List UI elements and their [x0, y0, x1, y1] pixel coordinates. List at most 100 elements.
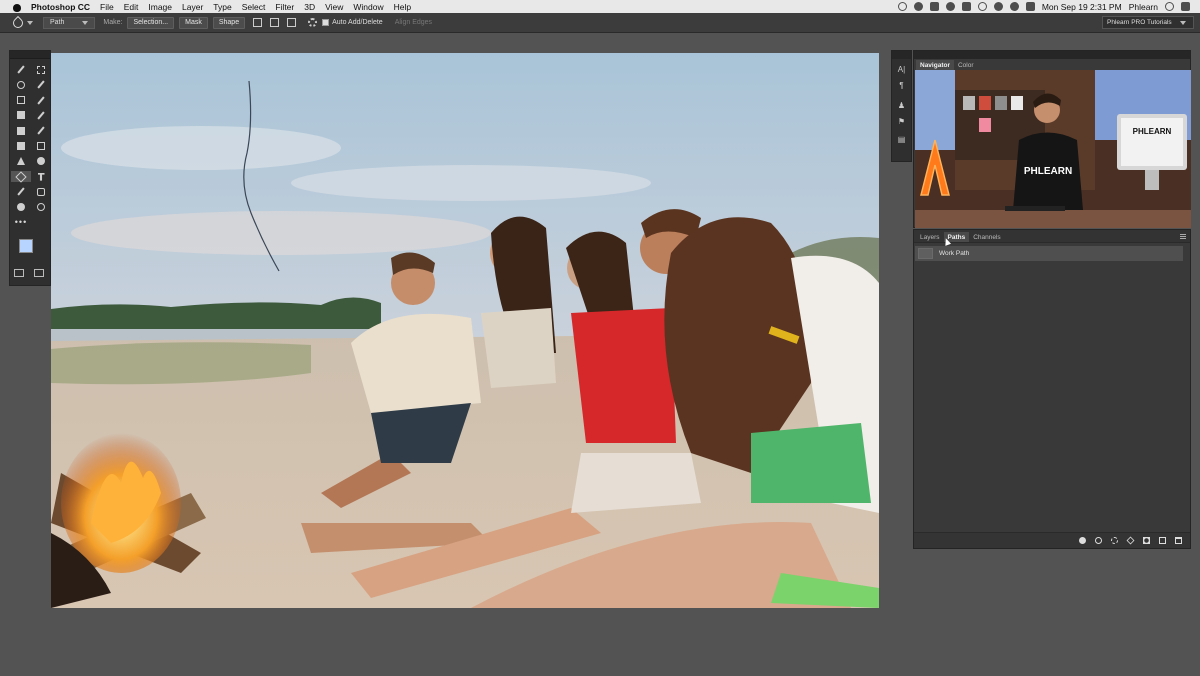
history-brush-tool[interactable]: [31, 125, 51, 136]
marquee-tool[interactable]: [31, 64, 51, 75]
shirt-logo-text: PHLEARN: [1024, 166, 1072, 177]
properties-icon[interactable]: ⚑: [896, 117, 907, 127]
magic-wand-tool[interactable]: [31, 79, 51, 90]
tab-color[interactable]: Color: [954, 60, 978, 70]
panel-header[interactable]: [914, 51, 1190, 59]
menu-view[interactable]: View: [325, 2, 343, 12]
brush-tool[interactable]: [31, 110, 51, 121]
clone-stamp-tool[interactable]: [11, 125, 31, 136]
wifi-icon[interactable]: [1009, 2, 1019, 11]
blur-tool[interactable]: [11, 156, 31, 167]
gradient-tool[interactable]: [31, 140, 51, 151]
lasso-tool[interactable]: [11, 79, 31, 90]
lasso-icon: [17, 80, 25, 89]
path-selection-tool[interactable]: [11, 186, 31, 197]
path-arrangement-icon[interactable]: [287, 18, 297, 27]
menu-filter[interactable]: Filter: [275, 2, 294, 12]
menu-select[interactable]: Select: [242, 2, 266, 12]
tab-navigator[interactable]: Navigator: [916, 60, 954, 70]
eyedropper-tool[interactable]: [31, 95, 51, 106]
paragraph-panel-icon[interactable]: ¶: [896, 81, 907, 91]
menu-image[interactable]: Image: [148, 2, 172, 12]
creative-cloud-icon[interactable]: [913, 2, 923, 11]
app-menu[interactable]: Photoshop CC: [31, 2, 90, 12]
pen-icon: [15, 170, 27, 183]
menu-window[interactable]: Window: [353, 2, 383, 12]
apple-icon[interactable]: [12, 2, 22, 12]
libraries-icon[interactable]: ▤: [896, 135, 907, 145]
dodge-tool[interactable]: [31, 156, 51, 167]
tool-mode-value: Path: [50, 19, 65, 26]
move-tool[interactable]: [11, 64, 31, 75]
tool-mode-select[interactable]: Path: [43, 16, 96, 29]
more-icon: •••: [14, 217, 28, 228]
sync-icon[interactable]: [945, 2, 955, 11]
workspace-switcher[interactable]: Phlearn PRO Tutorials: [1102, 16, 1194, 29]
pen-tool-preset-icon[interactable]: [10, 15, 26, 30]
make-work-path-icon[interactable]: [1126, 536, 1135, 545]
zoom-icon: [37, 203, 45, 212]
tab-channels[interactable]: Channels: [969, 232, 1004, 242]
gradient-icon: [37, 141, 45, 150]
selection-button[interactable]: Selection...: [127, 16, 175, 29]
navigator-tabs: Navigator Color: [914, 59, 1190, 70]
align-edges-label: Align Edges: [394, 19, 433, 26]
battery-icon[interactable]: [1025, 2, 1035, 11]
path-operations-icon[interactable]: [253, 18, 263, 27]
chevron-down-icon[interactable]: [27, 20, 33, 25]
add-mask-icon[interactable]: [1143, 537, 1150, 544]
dropbox-icon[interactable]: [929, 2, 939, 11]
type-icon: [37, 172, 45, 181]
menu-3d[interactable]: 3D: [304, 2, 315, 12]
path-alignment-icon[interactable]: [270, 18, 280, 27]
clock[interactable]: Mon Sep 19 2:31 PM: [1042, 2, 1122, 12]
quick-mask-icon[interactable]: [14, 269, 24, 277]
character-panel-icon[interactable]: A|: [896, 65, 907, 75]
shape-button[interactable]: Shape: [212, 16, 246, 29]
auto-add-delete-checkbox[interactable]: [322, 19, 330, 26]
new-path-icon[interactable]: [1159, 537, 1166, 544]
stroke-path-icon[interactable]: [1095, 537, 1102, 544]
menu-edit[interactable]: Edit: [124, 2, 139, 12]
menu-layer[interactable]: Layer: [182, 2, 203, 12]
edit-toolbar-button[interactable]: •••: [11, 217, 31, 228]
mask-button[interactable]: Mask: [179, 16, 208, 29]
magic-wand-icon: [37, 80, 45, 89]
dock-header[interactable]: [892, 51, 911, 59]
menu-type[interactable]: Type: [213, 2, 231, 12]
monitor-logo-text: PHLEARN: [1133, 127, 1172, 136]
navigator-preview[interactable]: PHLEARN PHLEARN: [915, 70, 1191, 228]
menu-help[interactable]: Help: [394, 2, 411, 12]
color-swatches[interactable]: [19, 239, 43, 263]
healing-brush-tool[interactable]: [11, 110, 31, 121]
list-item[interactable]: Work Path: [915, 246, 1183, 261]
bluetooth-icon[interactable]: [993, 2, 1003, 11]
hand-tool[interactable]: [11, 202, 31, 213]
evernote-icon[interactable]: [961, 2, 971, 11]
tab-layers[interactable]: Layers: [916, 232, 944, 242]
gear-icon[interactable]: [308, 18, 318, 27]
type-tool[interactable]: [31, 171, 51, 182]
menu-file[interactable]: File: [100, 2, 114, 12]
tools-panel-header[interactable]: [10, 51, 50, 59]
user-name[interactable]: Phlearn: [1129, 2, 1158, 12]
time-machine-icon[interactable]: [977, 2, 987, 11]
document-canvas[interactable]: [51, 53, 879, 608]
panel-menu-icon[interactable]: [1180, 234, 1186, 239]
foreground-color-swatch[interactable]: [19, 239, 33, 253]
shape-tool[interactable]: [31, 186, 51, 197]
zoom-tool[interactable]: [31, 202, 51, 213]
menu-bar: Photoshop CC File Edit Image Layer Type …: [0, 0, 1200, 13]
eraser-tool[interactable]: [11, 140, 31, 151]
spotlight-icon[interactable]: [1165, 2, 1174, 11]
notification-center-icon[interactable]: [1181, 2, 1190, 11]
load-selection-icon[interactable]: [1111, 537, 1118, 544]
fill-path-icon[interactable]: [1079, 537, 1086, 544]
trash-icon[interactable]: [1175, 537, 1182, 544]
screen-mode-icon[interactable]: [34, 269, 44, 277]
adjustments-icon[interactable]: ♟: [896, 101, 907, 111]
hand-icon: [17, 203, 25, 212]
pen-tool[interactable]: [11, 170, 31, 183]
record-icon[interactable]: [897, 2, 907, 11]
crop-tool[interactable]: [11, 95, 31, 106]
